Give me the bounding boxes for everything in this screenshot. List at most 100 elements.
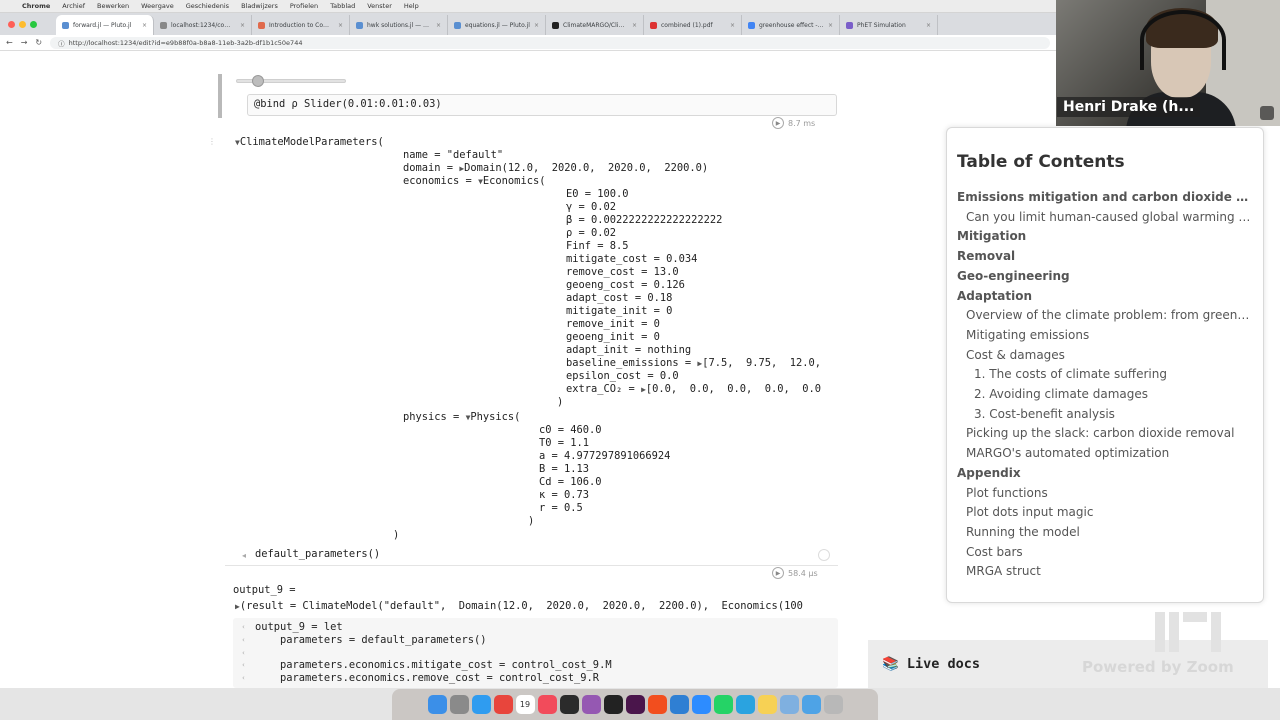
toc-item[interactable]: Emissions mitigation and carbon dioxide … <box>957 188 1253 208</box>
menu-item[interactable]: Archief <box>62 2 85 10</box>
cell-options-icon[interactable] <box>818 549 830 561</box>
toc-item[interactable]: Removal <box>957 247 1253 267</box>
reload-icon[interactable]: ↻ <box>35 38 42 47</box>
output9-value[interactable]: ▶(result = ClimateModel("default", Domai… <box>235 600 838 612</box>
calendar-icon[interactable]: 19 <box>515 695 535 714</box>
chrome-icon[interactable] <box>493 695 513 714</box>
toc-item[interactable]: Appendix <box>957 464 1253 484</box>
browser-tab[interactable]: PhET Simulation × <box>840 15 938 35</box>
browser-tab[interactable]: combined (1).pdf × <box>644 15 742 35</box>
zoom-icon[interactable] <box>691 695 711 714</box>
browser-tab[interactable]: forward.jl — Pluto.jl × <box>56 15 154 35</box>
output-domain-field[interactable]: domain = ▶Domain(12.0, 2020.0, 2020.0, 2… <box>403 162 708 174</box>
slack-icon[interactable] <box>625 695 645 714</box>
browser-tab[interactable]: localhost:1234/computation × <box>154 15 252 35</box>
economics-field[interactable]: extra_CO₂ = ▶[0.0, 0.0, 0.0, 0.0, 0.0 <box>566 383 838 395</box>
preview-icon[interactable] <box>779 695 799 714</box>
menu-item[interactable]: Geschiedenis <box>186 2 229 10</box>
address-bar[interactable]: ⓘ http://localhost:1234/edit?id=e9b88f0a… <box>50 36 1051 49</box>
tab-close-icon[interactable]: × <box>730 22 735 29</box>
toc-item[interactable]: Mitigation <box>957 227 1253 247</box>
fold-gutter-icon[interactable]: ‹ <box>242 649 245 657</box>
toc-item[interactable]: 1. The costs of climate suffering <box>957 365 1253 385</box>
bind-slider-code-cell[interactable]: @bind ρ Slider(0.01:0.01:0.03) <box>247 94 837 116</box>
terminal-icon[interactable] <box>559 695 579 714</box>
menu-item[interactable]: Weergave <box>141 2 174 10</box>
launchpad-icon[interactable] <box>449 695 469 714</box>
cell-fold-icon[interactable]: ◂ <box>242 551 246 560</box>
tab-close-icon[interactable]: × <box>828 22 833 29</box>
close-window-icon[interactable] <box>8 21 15 28</box>
minimize-window-icon[interactable] <box>19 21 26 28</box>
run-cell-icon[interactable]: ▶ <box>772 567 784 579</box>
menu-item[interactable]: Chrome <box>22 2 50 10</box>
rho-slider-thumb[interactable] <box>252 75 264 87</box>
menu-item[interactable]: Venster <box>367 2 392 10</box>
vscode-icon[interactable] <box>669 695 689 714</box>
tab-close-icon[interactable]: × <box>142 22 147 29</box>
safari-icon[interactable] <box>471 695 491 714</box>
music-icon[interactable] <box>537 695 557 714</box>
economics-field[interactable]: baseline_emissions = ▶[7.5, 9.75, 12.0, <box>566 357 838 369</box>
menu-item[interactable]: Profielen <box>290 2 318 10</box>
root-close-paren: ) <box>393 529 400 541</box>
default-parameters-code[interactable]: default_parameters() <box>255 548 380 560</box>
browser-tab[interactable]: equations.jl — Pluto.jl × <box>448 15 546 35</box>
menu-item[interactable]: Bewerken <box>97 2 129 10</box>
folder-icon[interactable] <box>801 695 821 714</box>
toc-item[interactable]: Can you limit human-caused global warmin… <box>957 208 1253 228</box>
output-root[interactable]: ▼ClimateModelParameters( <box>235 136 384 148</box>
output-economics-field[interactable]: economics = ▼Economics( <box>403 175 545 187</box>
toc-item[interactable]: 3. Cost-benefit analysis <box>957 405 1253 425</box>
tab-close-icon[interactable]: × <box>534 22 539 29</box>
tab-label: Introduction to Computatio <box>269 21 334 29</box>
menu-item[interactable]: Bladwijzers <box>241 2 278 10</box>
macos-dock: 19 <box>392 689 878 720</box>
browser-tab[interactable]: greenhouse effect - Googl × <box>742 15 840 35</box>
zoom-window-icon[interactable] <box>30 21 37 28</box>
browser-tab[interactable]: ClimateMARGO/ClimateMAR × <box>546 15 644 35</box>
forward-arrow-icon[interactable]: → <box>21 38 28 47</box>
tab-close-icon[interactable]: × <box>436 22 441 29</box>
notes-icon[interactable] <box>757 695 777 714</box>
toc-item[interactable]: Picking up the slack: carbon dioxide rem… <box>957 424 1253 444</box>
finder-icon[interactable] <box>427 695 447 714</box>
info-icon[interactable]: ⓘ <box>58 38 65 48</box>
toc-item[interactable]: Geo-engineering <box>957 267 1253 287</box>
toc-item[interactable]: Plot functions <box>957 484 1253 504</box>
toc-item[interactable]: Running the model <box>957 523 1253 543</box>
figma-icon[interactable] <box>647 695 667 714</box>
telegram-icon[interactable] <box>735 695 755 714</box>
output-physics-field[interactable]: physics = ▼Physics( <box>403 411 520 423</box>
menu-item[interactable]: Tabblad <box>330 2 355 10</box>
run-cell-icon[interactable]: ▶ <box>772 117 784 129</box>
browser-tab[interactable]: Introduction to Computatio × <box>252 15 350 35</box>
fold-gutter-icon[interactable]: ‹ <box>242 674 245 682</box>
toc-item[interactable]: Adaptation <box>957 287 1253 307</box>
fold-gutter-icon[interactable]: ‹ <box>242 636 245 644</box>
tab-close-icon[interactable]: × <box>338 22 343 29</box>
toc-item[interactable]: MRGA struct <box>957 562 1253 582</box>
toc-item[interactable]: Cost bars <box>957 543 1253 563</box>
whatsapp-icon[interactable] <box>713 695 733 714</box>
julia-icon[interactable] <box>581 695 601 714</box>
tab-label: greenhouse effect - Googl <box>759 21 824 29</box>
toc-item[interactable]: MARGO's automated optimization <box>957 444 1253 464</box>
toc-item[interactable]: 2. Avoiding climate damages <box>957 385 1253 405</box>
fold-gutter-icon[interactable]: ‹ <box>242 661 245 669</box>
tab-close-icon[interactable]: × <box>240 22 245 29</box>
tab-close-icon[interactable]: × <box>632 22 637 29</box>
trash-icon[interactable] <box>823 695 843 714</box>
back-arrow-icon[interactable]: ← <box>6 38 13 47</box>
cell-drag-handle-icon[interactable]: ⋮ <box>208 137 216 146</box>
toc-item[interactable]: Overview of the climate problem: from gr… <box>957 306 1253 326</box>
github-icon[interactable] <box>603 695 623 714</box>
toc-item[interactable]: Mitigating emissions <box>957 326 1253 346</box>
tab-close-icon[interactable]: × <box>926 22 931 29</box>
window-controls[interactable] <box>8 21 37 28</box>
browser-tab[interactable]: hwk solutions.jl — Pluto.jl × <box>350 15 448 35</box>
fold-gutter-icon[interactable]: ‹ <box>242 623 245 631</box>
menu-item[interactable]: Help <box>404 2 419 10</box>
toc-item[interactable]: Cost & damages <box>957 346 1253 366</box>
toc-item[interactable]: Plot dots input magic <box>957 503 1253 523</box>
